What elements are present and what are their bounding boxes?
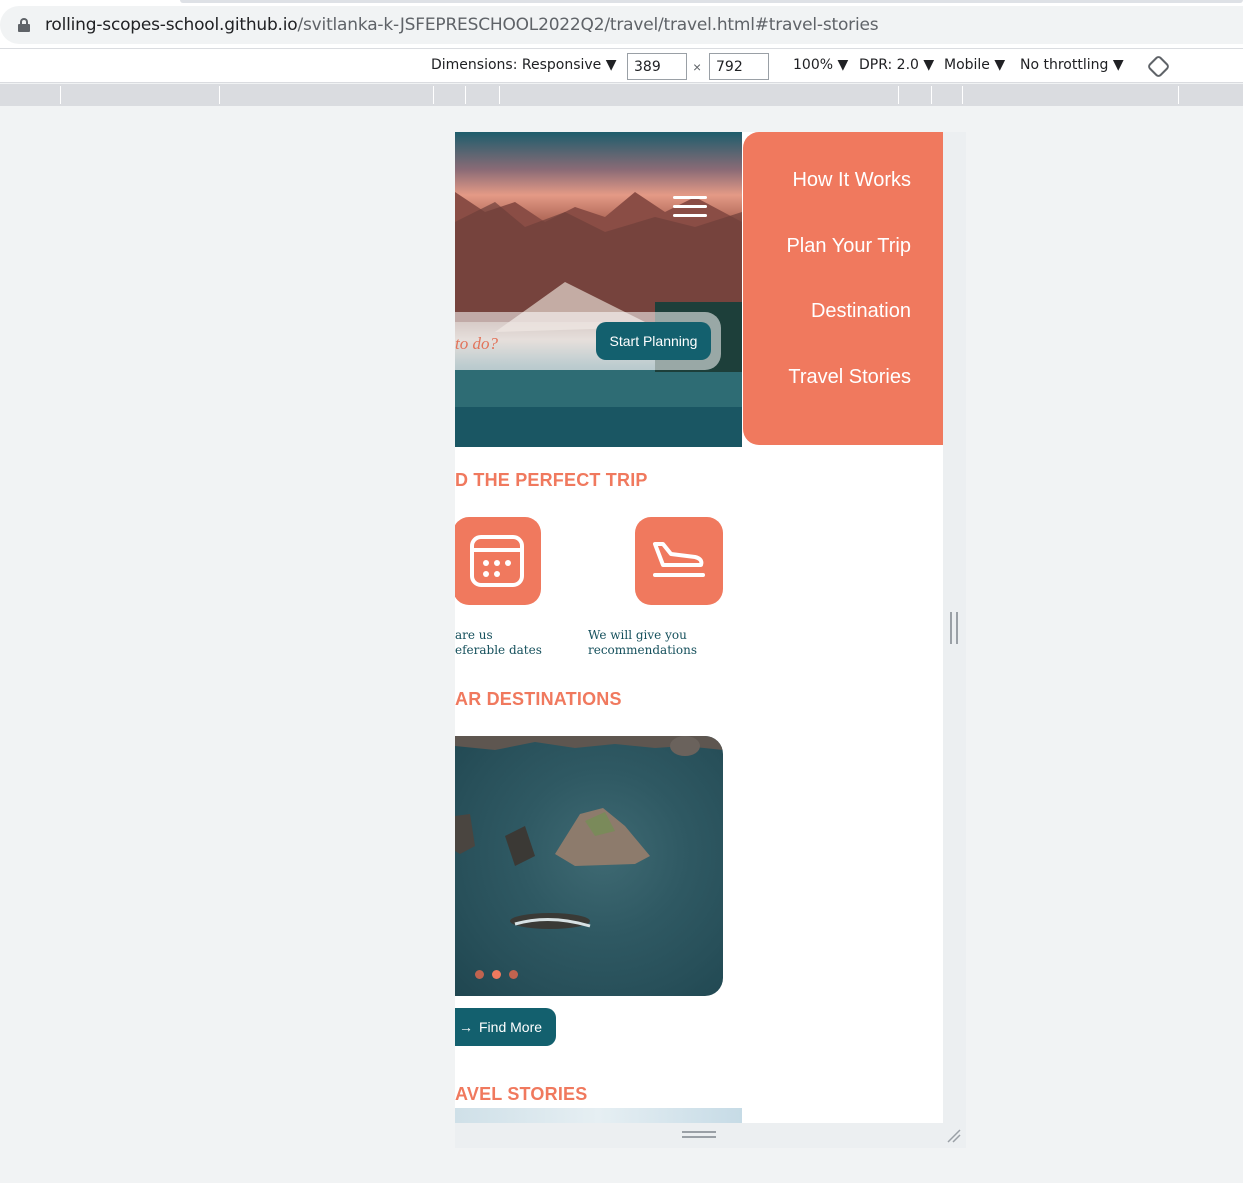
hero-image: to do? Start Planning	[455, 132, 742, 447]
section-title-stories: AVEL STORIES	[455, 1084, 588, 1104]
menu-item-plan-your-trip[interactable]: Plan Your Trip	[786, 235, 911, 258]
rotate-icon[interactable]	[1146, 54, 1171, 79]
zoom-dropdown[interactable]: 100% ▼	[793, 57, 848, 73]
destination-slide-image[interactable]	[455, 736, 723, 996]
resize-handle-right[interactable]	[950, 612, 958, 644]
dimensions-dropdown[interactable]: Dimensions: Responsive ▼	[431, 57, 617, 73]
width-input[interactable]	[627, 53, 687, 80]
arrow-right-icon: →	[459, 1019, 473, 1035]
slide-menu: How It Works Plan Your Trip Destination …	[743, 132, 943, 445]
search-placeholder[interactable]: to do?	[455, 334, 498, 354]
menu-item-how-it-works[interactable]: How It Works	[792, 169, 911, 192]
airplane-landing-icon	[635, 517, 723, 605]
address-bar[interactable]: rolling-scopes-school.github.io/svitlank…	[0, 6, 1243, 44]
menu-item-travel-stories[interactable]: Travel Stories	[788, 366, 911, 389]
step-text-dates: are us eferable dates	[455, 628, 542, 657]
tab-strip-edge	[180, 0, 1243, 3]
travel-story-image[interactable]	[455, 1108, 742, 1123]
hamburger-menu-icon[interactable]	[673, 196, 707, 218]
calendar-icon	[455, 517, 541, 605]
section-title-destinations: AR DESTINATIONS	[455, 689, 622, 709]
throttling-dropdown[interactable]: No throttling ▼	[1020, 57, 1124, 73]
browser-topbar: rolling-scopes-school.github.io/svitlank…	[0, 0, 1243, 48]
slider-dot[interactable]	[509, 970, 518, 979]
url-text[interactable]: rolling-scopes-school.github.io/svitlank…	[45, 15, 879, 35]
mountains-illustration	[455, 192, 742, 447]
find-more-label: Find More	[479, 1019, 543, 1035]
section-title-trip: D THE PERFECT TRIP	[455, 470, 648, 490]
device-type-dropdown[interactable]: Mobile ▼	[944, 57, 1005, 73]
height-input[interactable]	[709, 53, 769, 80]
menu-item-destination[interactable]: Destination	[811, 300, 911, 323]
resize-handle-corner-icon[interactable]	[946, 1128, 962, 1144]
device-toolbar: Dimensions: Responsive ▼ × 100% ▼ DPR: 2…	[0, 48, 1243, 83]
emulated-viewport: to do? Start Planning How It Works Plan …	[455, 132, 943, 1123]
slider-dot-active[interactable]	[492, 970, 501, 979]
dpr-dropdown[interactable]: DPR: 2.0 ▼	[859, 57, 934, 73]
find-more-button[interactable]: → Find More	[455, 1008, 556, 1046]
media-query-ruler[interactable]	[0, 84, 1243, 106]
slider-dots	[475, 970, 518, 979]
times-sign: ×	[693, 59, 702, 75]
resize-handle-bottom[interactable]	[682, 1131, 716, 1138]
lock-icon[interactable]	[18, 18, 30, 32]
slider-dot[interactable]	[475, 970, 484, 979]
start-planning-button[interactable]: Start Planning	[596, 322, 711, 360]
step-text-recommendations: We will give you recommendations	[588, 628, 697, 657]
